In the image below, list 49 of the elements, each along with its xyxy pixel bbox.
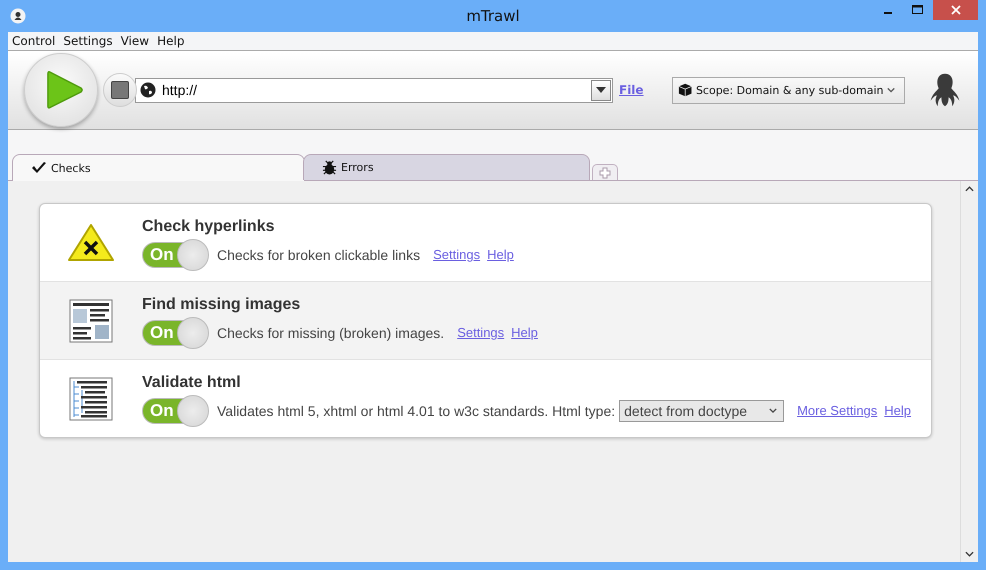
chevron-down-icon [887, 87, 896, 93]
checkmark-icon [31, 161, 47, 175]
html-type-dropdown[interactable]: detect from doctype [619, 400, 784, 422]
play-button[interactable] [24, 53, 98, 127]
check-row[interactable]: Check hyperlinks On Checks for broken clickable links Settings Help [40, 204, 931, 281]
file-link[interactable]: File [619, 83, 644, 97]
maximize-icon [912, 5, 924, 15]
menu-item[interactable]: View [120, 34, 150, 48]
check-row[interactable]: Validate html On Validates html 5, xhtml or html 4.01 to w3c standards. Html type: detect from doctype More Settings Help [40, 359, 931, 437]
link[interactable]: Help [487, 247, 514, 262]
caret-icon [596, 87, 606, 93]
check-description: Validates html 5, xhtml or html 4.01 to w3c standards. Html type: [217, 402, 616, 418]
link[interactable]: Help [511, 325, 538, 340]
plus-icon [599, 166, 611, 178]
scroll-down-icon[interactable] [965, 551, 974, 557]
check-description: Checks for missing (broken) images. [217, 324, 444, 340]
cube-icon [678, 82, 692, 98]
add-tab-button[interactable] [592, 164, 618, 180]
link[interactable]: More Settings [797, 403, 878, 418]
check-title: Find missing images [142, 296, 302, 314]
stop-button[interactable] [103, 73, 137, 107]
close-button[interactable] [933, 0, 978, 20]
close-icon [950, 5, 960, 15]
scroll-up-icon[interactable] [965, 186, 974, 192]
minimize-icon [884, 12, 892, 14]
page-layout-icon [69, 298, 113, 342]
menu-item[interactable]: Help [157, 34, 184, 48]
tab[interactable]: Errors [303, 154, 590, 180]
menu-item[interactable]: Settings [63, 34, 113, 48]
link[interactable]: Settings [433, 247, 480, 262]
check-row[interactable]: Find missing images On Checks for missing (broken) images. Settings Help [40, 281, 931, 359]
scope-dropdown[interactable]: Scope: Domain & any sub-domain [672, 76, 905, 104]
dropdown-button[interactable] [591, 80, 611, 100]
globe-icon [140, 82, 156, 98]
chevron-down-icon [769, 408, 778, 413]
window-title: mTrawl [466, 7, 520, 25]
tab[interactable]: Checks [12, 154, 305, 181]
check-description: Checks for broken clickable links [217, 246, 420, 262]
url-field[interactable]: http:// [135, 78, 613, 102]
link[interactable]: Help [884, 403, 912, 418]
app-icon [10, 8, 26, 24]
link[interactable]: Settings [457, 325, 504, 340]
document-tree-icon [69, 376, 113, 420]
menu-item[interactable]: Control [12, 34, 56, 48]
play-icon [46, 69, 84, 111]
check-title: Check hyperlinks [142, 218, 276, 236]
bug-icon [322, 160, 337, 175]
check-title: Validate html [142, 374, 242, 392]
warning-icon [67, 222, 115, 262]
